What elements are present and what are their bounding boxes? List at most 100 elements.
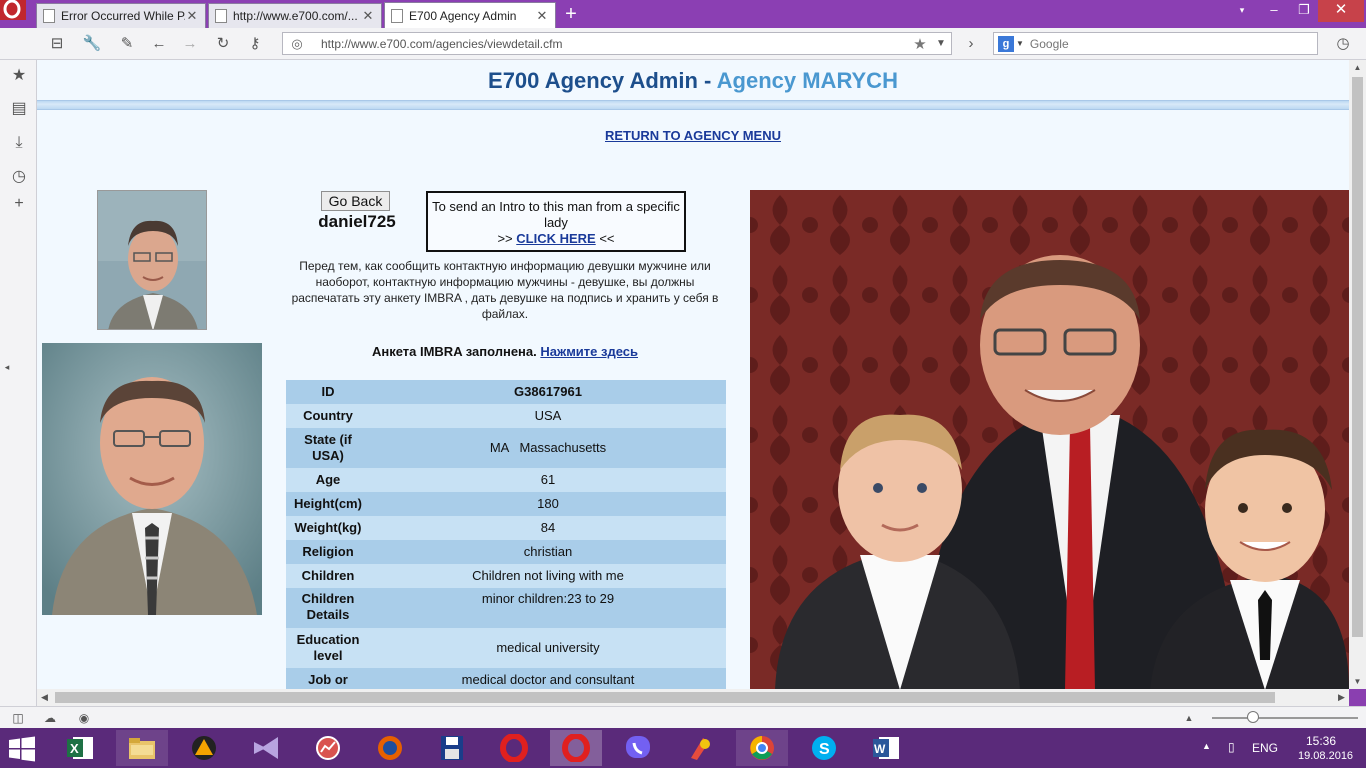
intro-suffix: << <box>595 231 615 246</box>
history-clock-icon[interactable]: ◷ <box>8 166 30 188</box>
address-input[interactable] <box>307 36 909 51</box>
taskbar-ccleaner[interactable] <box>674 730 726 766</box>
tab-agency-admin[interactable]: E700 Agency Admin ✕ <box>384 2 556 28</box>
table-row: Children Details minor children:23 to 29 <box>286 588 726 628</box>
zoom-slider-knob[interactable] <box>1247 711 1259 723</box>
field-label: ID <box>286 380 370 404</box>
horizontal-scrollbar[interactable]: ◀ ▶ <box>37 689 1349 706</box>
history-dropdown-icon[interactable]: ▼ <box>931 38 951 49</box>
clock-time[interactable]: 15:36 <box>1306 734 1336 748</box>
page-title: E700 Agency Admin - Agency MARYCH <box>37 68 1349 94</box>
battery-icon[interactable]: ▯ <box>1228 740 1235 754</box>
taskbar-word[interactable]: W <box>860 730 912 766</box>
imbra-click-here-link[interactable]: Нажмите здесь <box>540 344 638 359</box>
fast-forward-icon[interactable]: › <box>961 34 981 54</box>
agency-name: Agency MARYCH <box>716 68 898 93</box>
opera-menu-icon[interactable] <box>0 0 30 28</box>
tray-expand-icon[interactable]: ▲ <box>1202 741 1211 751</box>
field-label: Height(cm) <box>286 492 370 516</box>
close-icon[interactable]: ✕ <box>185 8 199 24</box>
taskbar-opera[interactable] <box>488 730 540 766</box>
add-panel-icon[interactable]: + <box>8 193 30 215</box>
new-tab-button[interactable]: + <box>561 4 581 24</box>
star-icon[interactable]: ★ <box>8 65 30 87</box>
taskbar-file-explorer[interactable] <box>116 730 168 766</box>
minimize-button[interactable]: ‒ <box>1262 0 1286 22</box>
address-bar[interactable]: ◎ ★ ▼ <box>282 32 952 55</box>
close-icon[interactable]: ✕ <box>361 8 375 24</box>
download-icon[interactable]: ⤓ <box>8 132 30 154</box>
go-back-button[interactable]: Go Back <box>321 191 390 211</box>
field-value: minor children:23 to 29 <box>370 588 726 628</box>
send-intro-box: To send an Intro to this man from a spec… <box>426 191 686 252</box>
page-icon <box>215 9 227 23</box>
chevron-down-icon[interactable]: ▼ <box>1016 39 1024 48</box>
close-window-button[interactable]: ✕ <box>1318 0 1364 22</box>
excel-icon: X <box>67 737 93 759</box>
page-icon <box>43 9 55 23</box>
taskbar-skype[interactable]: S <box>798 730 850 766</box>
taskbar-opera-active[interactable] <box>550 730 602 766</box>
pen-icon[interactable]: ✎ <box>117 34 137 54</box>
windows-start-icon[interactable] <box>8 736 36 762</box>
clock-icon[interactable]: ◷ <box>1333 34 1353 54</box>
field-value: Children not living with me <box>370 564 726 588</box>
scroll-down-arrow-icon[interactable]: ▼ <box>1349 674 1366 689</box>
tab-menu-chevron-icon[interactable]: ▾ <box>1232 0 1252 22</box>
svg-text:S: S <box>819 741 830 758</box>
tab-e700-url[interactable]: http://www.e700.com/... ✕ <box>208 3 382 28</box>
tab-strip: Error Occurred While P... ✕ http://www.e… <box>0 0 1366 28</box>
family-photo[interactable] <box>750 190 1349 689</box>
vertical-scrollbar[interactable]: ▲ ▼ <box>1349 60 1366 689</box>
notes-icon[interactable]: ▤ <box>8 98 30 120</box>
bookmark-star-icon[interactable]: ★ <box>909 35 931 53</box>
globe-chart-icon <box>316 736 340 760</box>
google-icon[interactable]: g <box>998 35 1014 52</box>
forward-button[interactable]: → <box>180 34 200 54</box>
speed-dial-icon[interactable]: ◉ <box>76 710 92 726</box>
field-label: Education level <box>286 628 370 668</box>
intro-text: To send an Intro to this man from a spec… <box>432 199 680 230</box>
click-here-link[interactable]: CLICK HERE <box>516 231 595 246</box>
horizontal-scroll-thumb[interactable] <box>55 692 1275 703</box>
language-indicator[interactable]: ENG <box>1252 741 1278 755</box>
svg-text:X: X <box>70 741 79 756</box>
scroll-up-arrow-icon[interactable]: ▲ <box>1349 60 1366 75</box>
back-button[interactable]: ← <box>149 34 169 54</box>
wrench-icon[interactable]: 🔧 <box>82 34 102 54</box>
tab-stack-icon[interactable]: ⊟ <box>47 34 67 54</box>
key-icon[interactable]: ⚷ <box>245 34 265 54</box>
collapse-arrow-icon[interactable]: ◂ <box>0 356 18 378</box>
tab-title: Error Occurred While P... <box>61 9 185 23</box>
taskbar-excel[interactable]: X <box>54 730 106 766</box>
taskbar-visual-studio[interactable] <box>240 730 292 766</box>
cloud-icon[interactable]: ☁ <box>42 710 58 726</box>
vertical-scroll-thumb[interactable] <box>1352 77 1363 637</box>
taskbar-stats-app[interactable] <box>302 730 354 766</box>
profile-thumbnail-photo[interactable] <box>97 190 207 330</box>
scroll-left-arrow-icon[interactable]: ◀ <box>37 689 52 706</box>
taskbar-chrome[interactable] <box>736 730 788 766</box>
panel-toggle-icon[interactable]: ◫ <box>10 710 26 726</box>
chrome-icon <box>750 736 774 760</box>
restore-button[interactable]: ❐ <box>1292 0 1316 22</box>
tab-error[interactable]: Error Occurred While P... ✕ <box>36 3 206 28</box>
search-bar[interactable]: g ▼ <box>993 32 1318 55</box>
clock-date[interactable]: 19.08.2016 <box>1298 750 1353 762</box>
zoom-up-icon[interactable]: ▲ <box>1181 710 1197 726</box>
close-icon[interactable]: ✕ <box>535 8 549 24</box>
taskbar-firefox[interactable] <box>364 730 416 766</box>
windows-taskbar: X S W ▲ ▯ ENG 15:36 19.08.2016 <box>0 728 1366 768</box>
reload-button[interactable]: ↻ <box>213 34 233 54</box>
search-input[interactable] <box>1029 36 1317 51</box>
taskbar-save-app[interactable] <box>426 730 478 766</box>
taskbar-aimp[interactable] <box>178 730 230 766</box>
zoom-slider[interactable] <box>1212 717 1358 719</box>
profile-main-photo[interactable] <box>42 343 262 615</box>
scroll-right-arrow-icon[interactable]: ▶ <box>1334 689 1349 706</box>
return-to-agency-menu-link[interactable]: RETURN TO AGENCY MENU <box>37 128 1349 143</box>
table-row: Job or medical doctor and consultant <box>286 668 726 689</box>
taskbar-viber[interactable] <box>612 730 664 766</box>
table-row: Education level medical university <box>286 628 726 668</box>
field-value: medical doctor and consultant <box>370 668 726 689</box>
